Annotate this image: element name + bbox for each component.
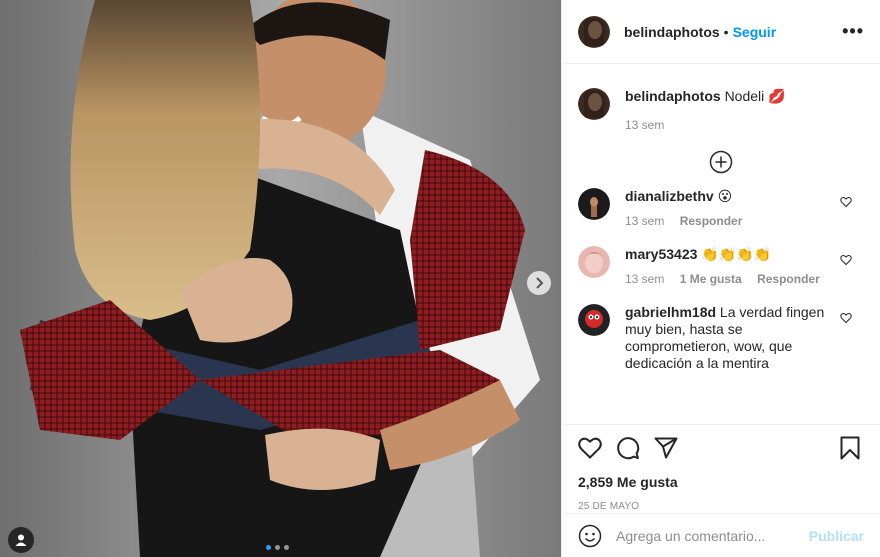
comment-text: 😮 [717,188,733,204]
caption-username[interactable]: belindaphotos [625,88,721,104]
like-comment-heart-icon[interactable] [840,196,852,208]
user-tags-button[interactable] [8,527,34,553]
like-comment-heart-icon[interactable] [840,312,852,324]
comment-button[interactable] [616,436,640,460]
user-tag-icon [15,534,27,546]
emoji-button[interactable] [578,524,602,548]
likes-count[interactable]: 2,859 Me gusta [578,474,864,490]
action-icons-row [578,435,864,461]
comment-time[interactable]: 13 sem [625,214,664,228]
more-options-icon[interactable]: ••• [842,21,864,42]
carousel-dot [275,545,280,550]
comments-list[interactable]: belindaphotos Nodeli 💋 13 sem dianalizbe… [562,64,880,424]
post-header: belindaphotos • Seguir ••• [562,0,880,64]
follow-button[interactable]: Seguir [733,24,777,40]
comment-username[interactable]: gabrielhm18d [625,304,716,320]
comment-body: mary53423 👏👏👏👏 13 sem 1 Me gusta Respond… [625,246,835,288]
publish-button[interactable]: Publicar [809,528,864,544]
carousel-dot [266,545,271,550]
post-photo[interactable] [0,0,561,557]
photo-image [0,0,561,557]
avatar[interactable] [578,15,610,48]
caption-meta: 13 sem [625,117,835,134]
heart-icon [578,437,602,459]
post-sidebar: belindaphotos • Seguir ••• belindaphotos… [561,0,880,557]
comment-meta: 13 sem 1 Me gusta Responder [625,271,835,288]
share-icon [654,437,678,459]
comment-username[interactable]: dianalizbethv [625,188,714,204]
avatar[interactable] [578,304,610,336]
load-more-comments-button[interactable] [578,150,864,174]
post-author-username[interactable]: belindaphotos [624,24,720,40]
save-button[interactable] [840,436,860,460]
like-button[interactable] [578,437,602,459]
comment-likes[interactable]: 1 Me gusta [680,272,742,286]
comment-time[interactable]: 13 sem [625,272,664,286]
post-date[interactable]: 25 DE MAYO [578,501,864,512]
carousel-dot [284,545,289,550]
like-comment-heart-icon[interactable] [840,254,852,266]
avatar[interactable] [578,188,610,220]
post-actions: 2,859 Me gusta 25 DE MAYO [562,424,880,512]
comment-item: gabrielhm18d La verdad fingen muy bien, … [578,304,864,372]
carousel-indicator [266,545,289,550]
comment-input[interactable] [616,527,809,544]
comment-item: dianalizbethv 😮 13 sem Responder [578,188,864,230]
comment-body: dianalizbethv 😮 13 sem Responder [625,188,835,230]
add-circle-icon [709,150,733,174]
avatar[interactable] [578,88,610,120]
chevron-right-icon [536,277,544,289]
header-separator: • [723,23,729,40]
caption: belindaphotos Nodeli 💋 13 sem [578,88,864,134]
comment-icon [617,437,640,460]
comment-body: gabrielhm18d La verdad fingen muy bien, … [625,304,835,372]
emoji-icon [578,524,602,547]
reply-button[interactable]: Responder [757,272,820,286]
caption-text: Nodeli 💋 [724,88,786,104]
share-button[interactable] [654,437,678,459]
carousel-next-button[interactable] [527,271,551,295]
comment-composer: Publicar [562,513,880,557]
comment-username[interactable]: mary53423 [625,246,697,262]
avatar[interactable] [578,246,610,278]
bookmark-icon [840,436,860,460]
comment-meta: 13 sem Responder [625,213,835,230]
caption-body: belindaphotos Nodeli 💋 13 sem [625,88,835,134]
reply-button[interactable]: Responder [680,214,743,228]
comment-item: mary53423 👏👏👏👏 13 sem 1 Me gusta Respond… [578,246,864,288]
comment-text: 👏👏👏👏 [701,246,772,262]
caption-time[interactable]: 13 sem [625,118,664,132]
